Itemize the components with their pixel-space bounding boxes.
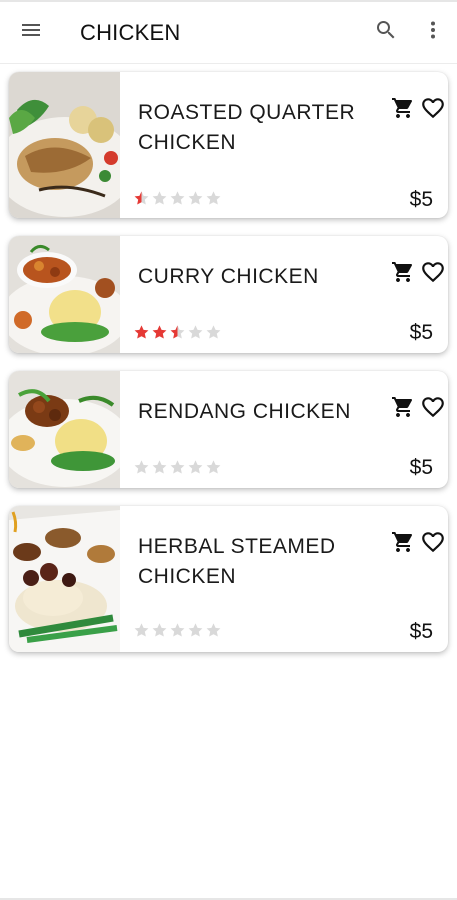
favorite-icon[interactable] <box>420 259 446 285</box>
favorite-icon[interactable] <box>420 394 446 420</box>
star-empty-icon <box>170 623 185 637</box>
food-image <box>9 72 120 218</box>
item-name: CURRY CHICKEN <box>138 265 319 288</box>
star-empty-icon <box>188 191 203 205</box>
star-half-icon <box>170 325 185 339</box>
rating-stars <box>133 190 222 207</box>
star-empty-icon <box>206 460 221 474</box>
star-empty-icon <box>188 325 203 339</box>
app-bar: CHICKEN <box>0 2 457 64</box>
item-price: $5 <box>409 620 433 643</box>
menu-item-card[interactable]: HERBAL STEAMED CHICKEN $5 <box>9 506 448 652</box>
star-empty-icon <box>134 623 149 637</box>
food-image <box>9 371 120 488</box>
food-image <box>9 236 120 353</box>
add-to-cart-icon[interactable] <box>391 395 415 419</box>
item-price: $5 <box>409 188 433 211</box>
star-empty-icon <box>206 325 221 339</box>
star-empty-icon <box>152 623 167 637</box>
star-empty-icon <box>134 460 149 474</box>
menu-item-card[interactable]: RENDANG CHICKEN $5 <box>9 371 448 488</box>
rating-stars <box>133 622 222 639</box>
star-filled-icon <box>152 325 167 339</box>
star-filled-icon <box>134 325 149 339</box>
star-half-icon <box>134 191 149 205</box>
star-empty-icon <box>206 191 221 205</box>
add-to-cart-icon[interactable] <box>391 530 415 554</box>
favorite-icon[interactable] <box>420 95 446 121</box>
item-price: $5 <box>409 321 433 344</box>
item-name: RENDANG CHICKEN <box>138 400 351 423</box>
star-empty-icon <box>170 191 185 205</box>
star-empty-icon <box>170 460 185 474</box>
search-icon[interactable] <box>372 16 400 44</box>
star-empty-icon <box>152 191 167 205</box>
star-empty-icon <box>206 623 221 637</box>
rating-stars <box>133 459 222 476</box>
food-image <box>9 506 120 652</box>
more-vert-icon[interactable] <box>419 16 447 44</box>
add-to-cart-icon[interactable] <box>391 96 415 120</box>
menu-item-card[interactable]: CURRY CHICKEN $5 <box>9 236 448 353</box>
item-name: ROASTED QUARTER CHICKEN <box>138 101 356 154</box>
menu-icon[interactable] <box>17 16 45 44</box>
menu-item-card[interactable]: ROASTED QUARTER CHICKEN $5 <box>9 72 448 218</box>
add-to-cart-icon[interactable] <box>391 260 415 284</box>
rating-stars <box>133 324 222 341</box>
star-empty-icon <box>152 460 167 474</box>
star-empty-icon <box>188 623 203 637</box>
item-price: $5 <box>409 456 433 479</box>
item-name: HERBAL STEAMED CHICKEN <box>138 535 336 588</box>
page-title: CHICKEN <box>80 20 181 45</box>
star-empty-icon <box>188 460 203 474</box>
favorite-icon[interactable] <box>420 529 446 555</box>
